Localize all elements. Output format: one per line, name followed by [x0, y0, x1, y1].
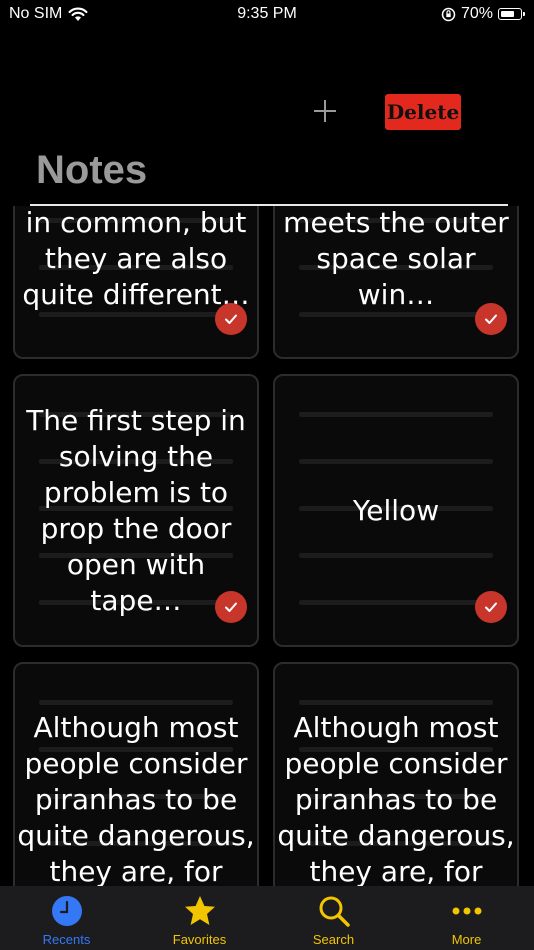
tab-label: More: [451, 932, 482, 947]
status-right: 70%: [441, 5, 525, 23]
check-icon: [485, 602, 497, 612]
note-text: in common, but they are also quite diffe…: [22, 206, 250, 311]
note-text: Although most people consider piranhas t…: [17, 711, 255, 886]
check-icon: [225, 314, 237, 324]
tab-label: Recents: [42, 932, 91, 947]
tab-recents[interactable]: Recents: [0, 886, 133, 950]
search-icon: [319, 896, 350, 927]
plus-icon: [314, 100, 336, 122]
note-text: when our sky meets the outer space solar…: [283, 206, 509, 311]
status-bar: No SIM 9:35 PM 70%: [0, 0, 534, 30]
selected-checkmark[interactable]: [215, 303, 247, 335]
selected-checkmark[interactable]: [475, 303, 507, 335]
note-text-container: Although most people consider piranhas t…: [275, 664, 517, 886]
battery-percent: 70%: [460, 5, 493, 22]
note-card[interactable]: Although most people consider piranhas t…: [13, 662, 259, 886]
note-text-container: Although most people consider piranhas t…: [15, 664, 257, 886]
note-card[interactable]: Yellow: [273, 374, 519, 647]
check-icon: [225, 602, 237, 612]
star-icon: [184, 896, 215, 925]
note-card[interactable]: The first step in solving the problem is…: [13, 374, 259, 647]
tab-label: Favorites: [172, 932, 227, 947]
tab-search[interactable]: Search: [267, 886, 400, 950]
note-text: The first step in solving the problem is…: [26, 403, 246, 617]
note-card[interactable]: in common, but they are also quite diffe…: [13, 206, 259, 359]
note-text: Yellow: [352, 493, 440, 527]
clock-icon: [51, 896, 82, 926]
tab-label: Search: [312, 932, 355, 947]
tab-favorites[interactable]: Favorites: [133, 886, 266, 950]
battery-fill: [500, 10, 514, 17]
battery-icon: [498, 8, 525, 20]
note-text-container: in common, but they are also quite diffe…: [15, 206, 257, 357]
check-icon: [485, 314, 497, 324]
tab-bar: Recents Favorites Search More: [0, 886, 534, 950]
tab-more[interactable]: More: [400, 886, 533, 950]
note-card[interactable]: when our sky meets the outer space solar…: [273, 206, 519, 359]
add-note-button[interactable]: [309, 94, 341, 126]
orientation-lock-icon: [441, 7, 456, 21]
note-text: Although most people consider piranhas t…: [277, 711, 515, 886]
note-text-container: when our sky meets the outer space solar…: [275, 206, 517, 357]
more-icon: [452, 907, 481, 915]
page-title: Notes: [36, 148, 148, 192]
notes-grid[interactable]: in common, but they are also quite diffe…: [0, 206, 534, 886]
note-card[interactable]: Although most people consider piranhas t…: [273, 662, 519, 886]
selected-checkmark[interactable]: [215, 591, 247, 623]
delete-button[interactable]: Delete: [385, 94, 461, 130]
selected-checkmark[interactable]: [475, 591, 507, 623]
